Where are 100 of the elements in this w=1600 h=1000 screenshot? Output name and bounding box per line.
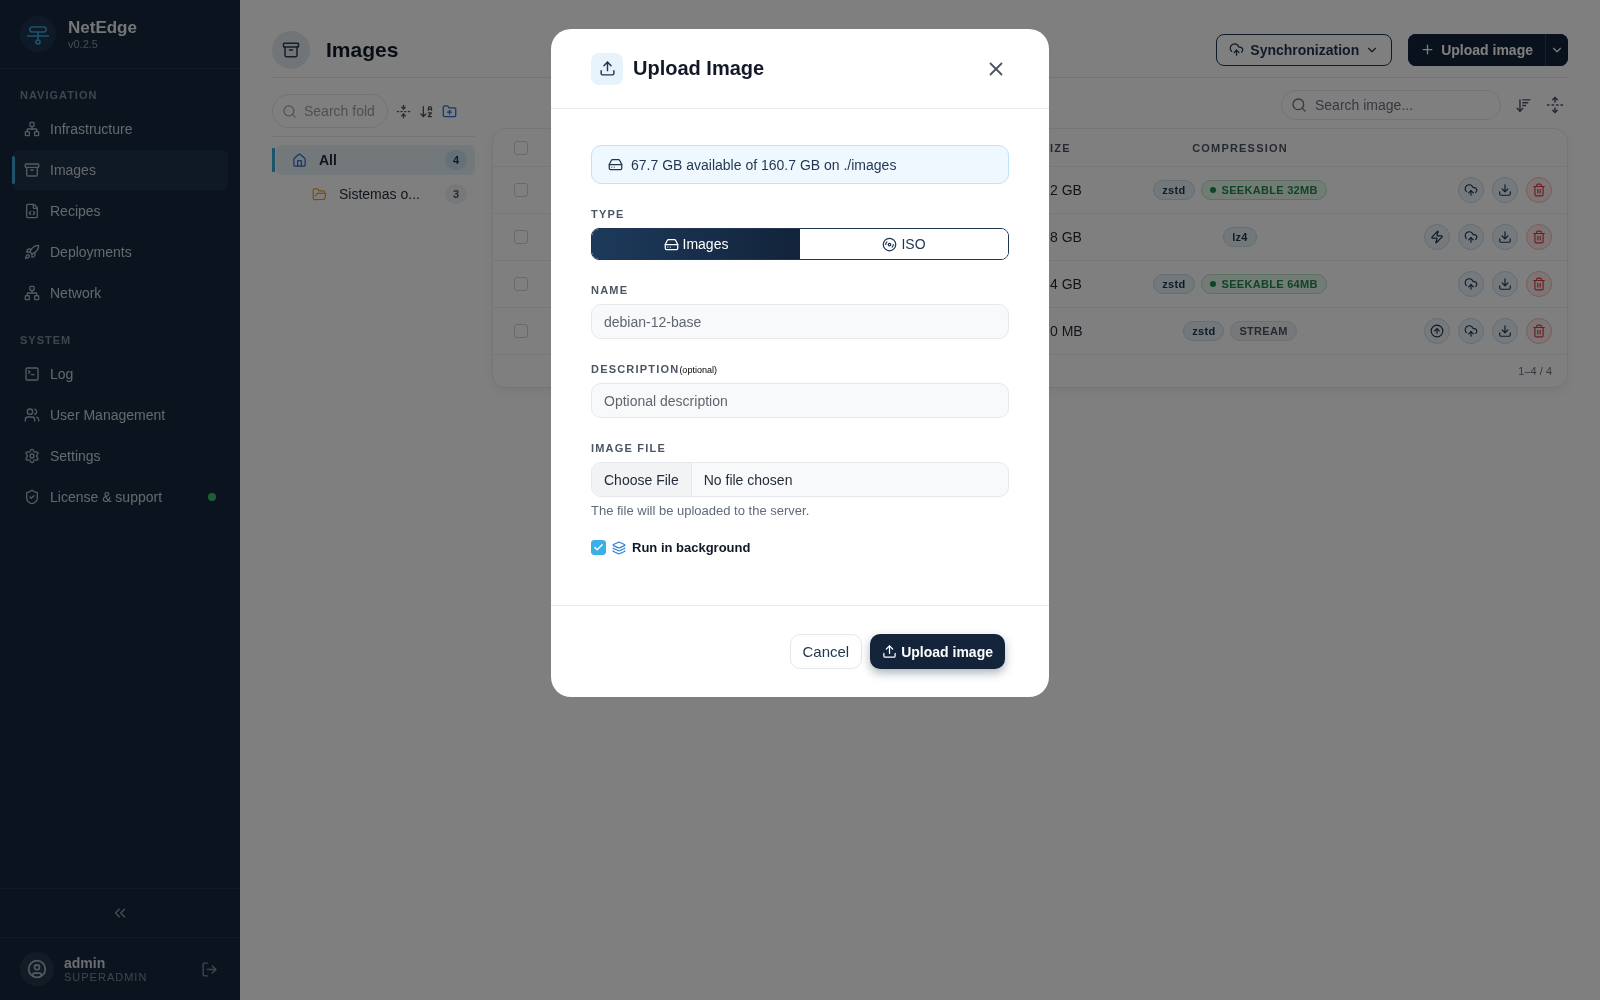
type-tab[interactable]: Images — [592, 229, 800, 259]
row-checkbox[interactable] — [514, 183, 528, 197]
search-icon — [282, 104, 297, 119]
nav-item[interactable]: Log — [12, 354, 228, 394]
upload-icon — [591, 52, 623, 85]
archive-icon — [24, 162, 40, 178]
compression-tag: SEEKABLE 64MB — [1200, 274, 1327, 294]
new-folder-icon[interactable] — [442, 103, 457, 119]
folder-icon — [312, 186, 327, 202]
nav-item[interactable]: Recipes — [12, 191, 228, 231]
trash-icon — [1532, 230, 1546, 244]
bolt-button[interactable] — [1424, 224, 1450, 250]
nav-item[interactable]: License & support — [12, 477, 228, 517]
drive-icon — [608, 157, 623, 172]
brand-name: NetEdge — [68, 18, 137, 38]
nav-item[interactable]: Network — [12, 273, 228, 313]
folder-item[interactable]: Sistemas o... 3 — [272, 179, 475, 209]
field-label: DESCRIPTION — [591, 363, 680, 375]
upload-icon — [882, 644, 898, 659]
sync-button[interactable] — [1458, 318, 1484, 344]
page-title: Images — [326, 37, 400, 62]
drive-icon — [663, 236, 679, 252]
delete-button[interactable] — [1526, 318, 1552, 344]
dialog-title: Upload Image — [633, 57, 766, 80]
storage-text: 67.7 GB available of 160.7 GB on ./images — [631, 156, 897, 173]
compression-tag: zstd — [1183, 321, 1225, 341]
sort-icon[interactable] — [1515, 96, 1532, 114]
column-header: IZE — [1050, 141, 1071, 154]
trash-icon — [1532, 324, 1546, 338]
cancel-button[interactable]: Cancel — [789, 634, 863, 669]
compression-tag: zstd — [1153, 274, 1195, 294]
compression-tag: STREAM — [1230, 321, 1297, 341]
nav-item[interactable]: User Management — [12, 395, 228, 435]
trash-icon — [1532, 183, 1546, 197]
search-icon — [1291, 97, 1307, 113]
choose-file-button[interactable]: Choose File — [592, 463, 692, 496]
archive-icon — [272, 30, 310, 69]
field-label: TYPE — [591, 208, 626, 220]
collapse-all-icon[interactable] — [396, 103, 411, 119]
name-field[interactable]: debian-12-base — [591, 304, 1009, 339]
image-search-field[interactable]: Search image... — [1281, 90, 1501, 120]
table-cell-text: 4 GB — [1050, 276, 1083, 292]
download-icon — [1498, 324, 1512, 338]
table-cell-text: 8 GB — [1050, 229, 1083, 245]
nav-item[interactable]: Images — [12, 150, 228, 190]
field-label: NAME — [591, 284, 630, 296]
delete-button[interactable] — [1526, 224, 1552, 250]
sort-icon[interactable] — [419, 103, 434, 119]
pagination-text: 1–4 / 4 — [1518, 365, 1552, 377]
sync-button[interactable] — [1458, 177, 1484, 203]
home-icon — [292, 152, 307, 168]
select-all-checkbox[interactable] — [514, 140, 528, 155]
count-badge: 3 — [445, 184, 467, 204]
download-button[interactable] — [1492, 271, 1518, 297]
file-status: No file chosen — [702, 470, 794, 490]
download-icon — [1498, 277, 1512, 291]
push-button[interactable] — [1424, 318, 1450, 344]
field-label: IMAGE FILE — [591, 442, 667, 454]
code-file-icon — [24, 203, 40, 219]
description-field[interactable]: Optional description — [591, 383, 1009, 418]
expand-icon[interactable] — [1546, 96, 1564, 114]
plus-icon — [1420, 42, 1436, 57]
rocket-icon — [24, 244, 40, 260]
cloud-icon — [1229, 42, 1245, 57]
nav-item[interactable]: Settings — [12, 436, 228, 476]
table-cell-text: 0 MB — [1050, 323, 1084, 339]
download-button[interactable] — [1492, 318, 1518, 344]
optional-note: (optional) — [679, 365, 717, 375]
delete-button[interactable] — [1526, 271, 1552, 297]
sitemap-icon — [24, 121, 40, 137]
sync-button[interactable] — [1458, 224, 1484, 250]
nav-item[interactable]: Deployments — [12, 232, 228, 272]
users-icon — [24, 407, 40, 423]
nav-item[interactable]: Infrastructure — [12, 109, 228, 149]
row-checkbox[interactable] — [514, 277, 528, 291]
arrow-up-circle-icon — [1430, 324, 1444, 338]
dropdown-button[interactable] — [1545, 33, 1568, 66]
download-button[interactable] — [1492, 224, 1518, 250]
row-checkbox[interactable] — [514, 324, 528, 338]
compression-tag: lz4 — [1223, 227, 1257, 247]
upload-button[interactable]: Upload image — [870, 634, 1005, 669]
cloud-upload-icon — [1464, 324, 1478, 338]
column-header: COMPRESSION — [1192, 141, 1288, 154]
table-cell-text: 2 GB — [1050, 182, 1083, 198]
row-checkbox[interactable] — [514, 230, 528, 244]
avatar-icon — [20, 952, 54, 986]
background-checkbox[interactable] — [591, 540, 606, 555]
sync-button[interactable] — [1458, 271, 1484, 297]
compression-tag: zstd — [1153, 180, 1195, 200]
cloud-upload-icon — [1464, 277, 1478, 291]
file-field[interactable]: Choose File No file chosen — [591, 462, 1009, 497]
sync-button[interactable]: Synchronization — [1216, 33, 1393, 66]
hint-text: The file will be uploaded to the server. — [591, 503, 811, 518]
cloud-upload-icon — [1464, 183, 1478, 197]
trash-icon — [1532, 277, 1546, 291]
delete-button[interactable] — [1526, 177, 1552, 203]
shield-icon — [24, 489, 40, 505]
download-icon — [1498, 183, 1512, 197]
terminal-icon — [24, 366, 40, 382]
download-button[interactable] — [1492, 177, 1518, 203]
